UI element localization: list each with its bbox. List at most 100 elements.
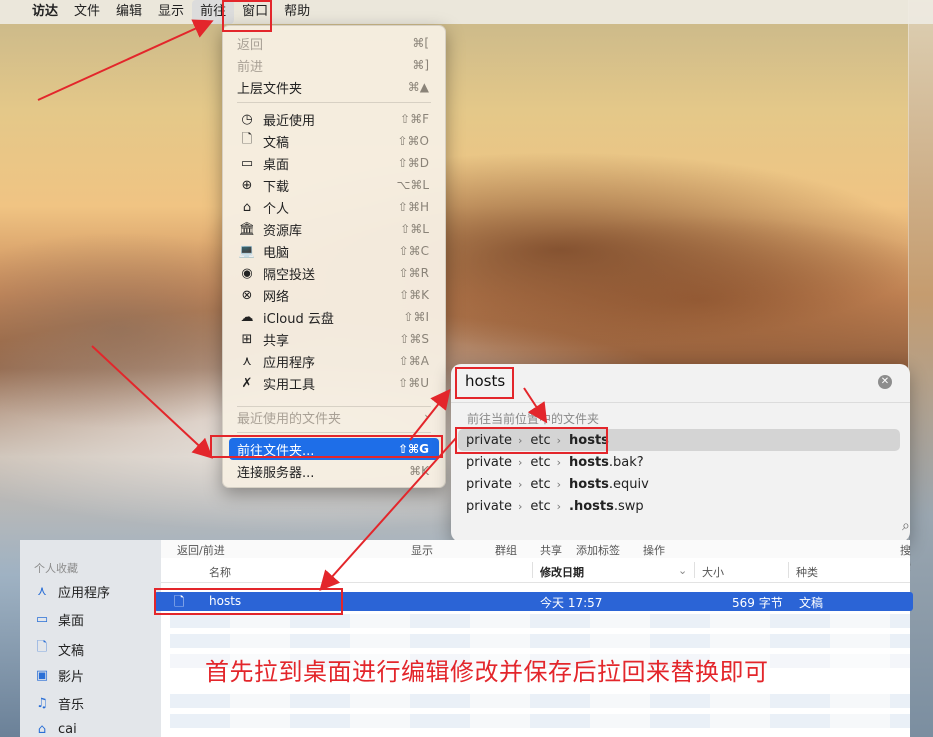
menu-item-shortcut: ⇧⌘U: [398, 376, 429, 390]
add-tags-label[interactable]: 添加标签: [576, 542, 620, 558]
go-menu-item[interactable]: ◷ 最近使用 ⇧⌘F: [229, 108, 439, 130]
go-menu-item[interactable]: 💻 电脑 ⇧⌘C: [229, 240, 439, 262]
view-label[interactable]: 显示: [411, 542, 433, 558]
go-menu-item[interactable]: ⊞ 共享 ⇧⌘S: [229, 328, 439, 350]
go-menu-item[interactable]: ⌂ 个人 ⇧⌘H: [229, 196, 439, 218]
airdrop-icon: ◉: [241, 265, 253, 281]
chevron-right-icon: ›: [424, 410, 429, 424]
panel-divider: [451, 402, 910, 403]
menu-item-label: 个人: [263, 201, 290, 217]
home-icon: ⌂: [242, 199, 252, 215]
go-menu-item[interactable]: ▭ 桌面 ⇧⌘D: [229, 152, 439, 174]
movies-icon: ▣: [35, 668, 49, 683]
sidebar-item[interactable]: ▣ 影片: [34, 666, 84, 685]
go-menu-item[interactable]: ⊕ 下载 ⌥⌘L: [229, 174, 439, 196]
search-icon[interactable]: ⌕: [902, 518, 910, 534]
matched-name: hosts.bak?: [569, 455, 644, 470]
path-suggestion-row[interactable]: private › etc › hosts.bak?: [458, 451, 900, 473]
sidebar-item[interactable]: 🗋 文稿: [34, 638, 84, 660]
annotation-box-go-menu: [222, 0, 272, 32]
go-menu-item[interactable]: ⊗ 网络 ⇧⌘K: [229, 284, 439, 306]
list-item[interactable]: [170, 694, 910, 708]
applications-icon: ⋏: [242, 353, 252, 369]
matched-name-bold: .hosts: [569, 498, 614, 514]
desktop-icon: ▭: [35, 612, 49, 627]
column-name[interactable]: 名称: [209, 564, 231, 580]
applications-icon: ⋏: [37, 584, 47, 599]
go-menu-item[interactable]: 🏛 资源库 ⇧⌘L: [229, 218, 439, 240]
background-window-edge: [908, 0, 933, 737]
connect-server-item[interactable]: 连接服务器... ⌘K: [229, 460, 439, 482]
menu-help[interactable]: 帮助: [276, 0, 318, 24]
path-suggestion-row[interactable]: private › etc › hosts.equiv: [458, 473, 900, 495]
download-icon: ⊕: [241, 177, 253, 193]
menu-item-label: 隔空投送: [263, 267, 316, 283]
menu-item-label: 共享: [263, 333, 290, 349]
matched-name-bold: hosts: [569, 476, 609, 492]
sidebar-item-label: 文稿: [58, 643, 85, 659]
go-menu-item[interactable]: ✗ 实用工具 ⇧⌘U: [229, 372, 439, 394]
column-kind[interactable]: 种类: [796, 564, 818, 580]
shared-folder-icon: ⊞: [241, 331, 253, 347]
enclosing-folder-item[interactable]: 上层文件夹 ⌘▲: [229, 76, 439, 98]
menu-item-shortcut: ⇧⌘C: [398, 244, 429, 258]
clear-icon[interactable]: ✕: [878, 375, 892, 389]
sidebar-item[interactable]: ⋏ 应用程序: [34, 582, 110, 601]
path-segment: private: [466, 454, 512, 470]
chevron-right-icon: ›: [556, 477, 562, 491]
matched-name-suffix: .bak?: [608, 454, 644, 470]
column-modified[interactable]: 修改日期: [540, 564, 584, 580]
menu-item-shortcut: ⇧⌘F: [400, 112, 429, 126]
sidebar-item[interactable]: ▭ 桌面: [34, 610, 84, 629]
share-label[interactable]: 共享: [540, 542, 562, 558]
go-menu-item[interactable]: 🗋 文稿 ⇧⌘O: [229, 130, 439, 152]
go-menu-item[interactable]: ☁ iCloud 云盘 ⇧⌘I: [229, 306, 439, 328]
matched-name: hosts.equiv: [569, 477, 649, 492]
annotation-caption: 首先拉到桌面进行编辑修改并保存后拉回来替换即可: [205, 658, 769, 686]
sidebar-item-label: 应用程序: [58, 586, 111, 601]
list-item[interactable]: [170, 634, 910, 648]
annotation-box-file: [154, 588, 343, 615]
document-icon: 🗋: [36, 640, 48, 655]
favorites-heading: 个人收藏: [34, 562, 78, 575]
go-menu-item[interactable]: ◉ 隔空投送 ⇧⌘R: [229, 262, 439, 284]
menu-file[interactable]: 文件: [66, 0, 108, 24]
chevron-down-icon[interactable]: ⌄: [678, 564, 687, 577]
menu-finder[interactable]: 访达: [24, 0, 66, 24]
menu-item-shortcut: ⇧⌘I: [403, 310, 429, 324]
sidebar-item-label: 影片: [58, 670, 85, 685]
document-icon: 🗋: [241, 132, 253, 147]
menu-view[interactable]: 显示: [150, 0, 192, 24]
annotation-box-go-to-folder: [210, 435, 443, 458]
menu-item-label: 实用工具: [263, 377, 316, 393]
menu-item-shortcut: ⇧⌘L: [400, 222, 429, 236]
home-icon: ⌂: [37, 722, 47, 737]
matched-name-suffix: .swp: [613, 498, 644, 514]
go-back-item[interactable]: 返回 ⌘[: [229, 32, 439, 54]
desktop-icon: ▭: [240, 155, 254, 171]
icloud-icon: ☁: [240, 309, 254, 325]
column-size[interactable]: 大小: [702, 564, 724, 580]
column-divider: [694, 562, 695, 578]
menu-item-label: 桌面: [263, 157, 290, 173]
menu-item-shortcut: ⇧⌘K: [399, 288, 429, 302]
go-forward-item[interactable]: 前进 ⌘]: [229, 54, 439, 76]
finder-toolbar: 返回/前进 显示 群组 共享 添加标签 操作 搜索 ⌕: [161, 518, 911, 573]
finder-sidebar: 个人收藏 ⋏ 应用程序 ▭ 桌面 🗋 文稿 ▣ 影片 ♫ 音乐 ⌂ cai: [20, 540, 161, 737]
library-icon: 🏛: [238, 221, 256, 237]
menu-edit[interactable]: 编辑: [108, 0, 150, 24]
list-item[interactable]: [170, 714, 910, 728]
sidebar-item[interactable]: ⌂ cai: [34, 722, 77, 737]
list-item[interactable]: [170, 614, 910, 628]
menu-item-label: 资源库: [263, 223, 303, 239]
group-label[interactable]: 群组: [495, 542, 517, 558]
chevron-right-icon: ›: [556, 499, 562, 513]
path-suggestion-row[interactable]: private › etc › .hosts.swp: [458, 495, 900, 517]
recent-folders-item[interactable]: 最近使用的文件夹 ›: [229, 406, 439, 428]
go-menu-item[interactable]: ⋏ 应用程序 ⇧⌘A: [229, 350, 439, 372]
menu-item-shortcut: ⌥⌘L: [396, 178, 429, 192]
back-forward-label[interactable]: 返回/前进: [177, 542, 225, 558]
action-label[interactable]: 操作: [643, 542, 665, 558]
menu-item-label: 最近使用: [263, 113, 316, 129]
sidebar-item[interactable]: ♫ 音乐: [34, 694, 84, 713]
